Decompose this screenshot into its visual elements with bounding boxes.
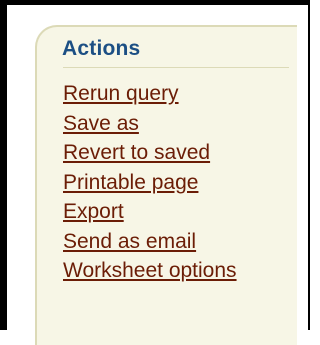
save-as-link[interactable]: Save as xyxy=(63,112,139,135)
rerun-query-link[interactable]: Rerun query xyxy=(63,82,179,105)
worksheet-options-link[interactable]: Worksheet options xyxy=(63,259,237,282)
list-item: Printable page xyxy=(63,171,237,202)
list-item: Revert to saved xyxy=(63,142,237,172)
printable-page-link[interactable]: Printable page xyxy=(63,171,198,194)
export-link[interactable]: Export xyxy=(63,200,124,223)
right-border xyxy=(308,0,310,330)
window-frame: Actions Rerun query Save as Revert to sa… xyxy=(0,0,310,345)
actions-link-list: Rerun query Save as Revert to saved Prin… xyxy=(63,83,237,290)
title-divider xyxy=(63,67,289,68)
revert-to-saved-link[interactable]: Revert to saved xyxy=(63,141,210,164)
list-item: Send as email xyxy=(63,230,237,261)
left-border xyxy=(0,0,7,330)
top-border xyxy=(0,0,310,5)
actions-title: Actions xyxy=(62,37,141,60)
list-item: Export xyxy=(63,201,237,231)
send-as-email-link[interactable]: Send as email xyxy=(63,230,196,253)
list-item: Save as xyxy=(63,112,237,143)
list-item: Worksheet options xyxy=(63,260,237,290)
list-item: Rerun query xyxy=(63,83,237,113)
actions-panel: Actions Rerun query Save as Revert to sa… xyxy=(35,25,297,345)
